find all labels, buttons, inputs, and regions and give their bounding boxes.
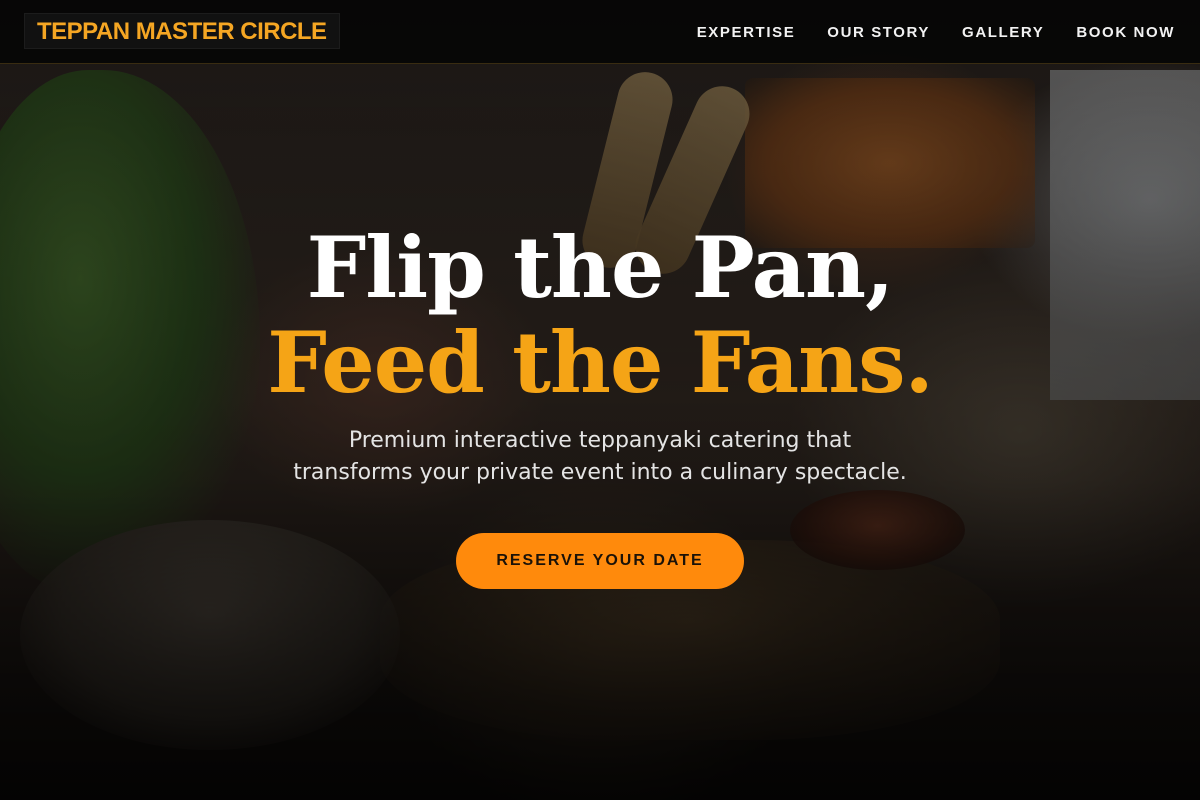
main-nav: EXPERTISE OUR STORY GALLERY BOOK NOW [697, 0, 1175, 64]
nav-link-expertise[interactable]: EXPERTISE [697, 24, 796, 41]
subtitle-line-1: Premium interactive teppanyaki catering … [348, 428, 852, 453]
subtitle-line-2: transforms your private event into a cul… [293, 460, 907, 485]
nav-link-gallery[interactable]: GALLERY [962, 24, 1044, 41]
headline-line-2: Feed the Fans. [267, 313, 934, 412]
headline-line-1: Flip the Pan, [306, 218, 895, 317]
reserve-date-button[interactable]: RESERVE YOUR DATE [456, 533, 744, 589]
hero-subtitle: Premium interactive teppanyaki catering … [0, 425, 1200, 489]
hero-section: Flip the Pan, Feed the Fans. Premium int… [0, 220, 1200, 589]
brand-logo[interactable]: TEPPAN MASTER CIRCLE [24, 13, 340, 49]
site-header: TEPPAN MASTER CIRCLE EXPERTISE OUR STORY… [0, 0, 1200, 64]
hero-headline: Flip the Pan, Feed the Fans. [0, 220, 1200, 410]
nav-link-book-now[interactable]: BOOK NOW [1076, 24, 1175, 41]
nav-link-our-story[interactable]: OUR STORY [827, 24, 930, 41]
